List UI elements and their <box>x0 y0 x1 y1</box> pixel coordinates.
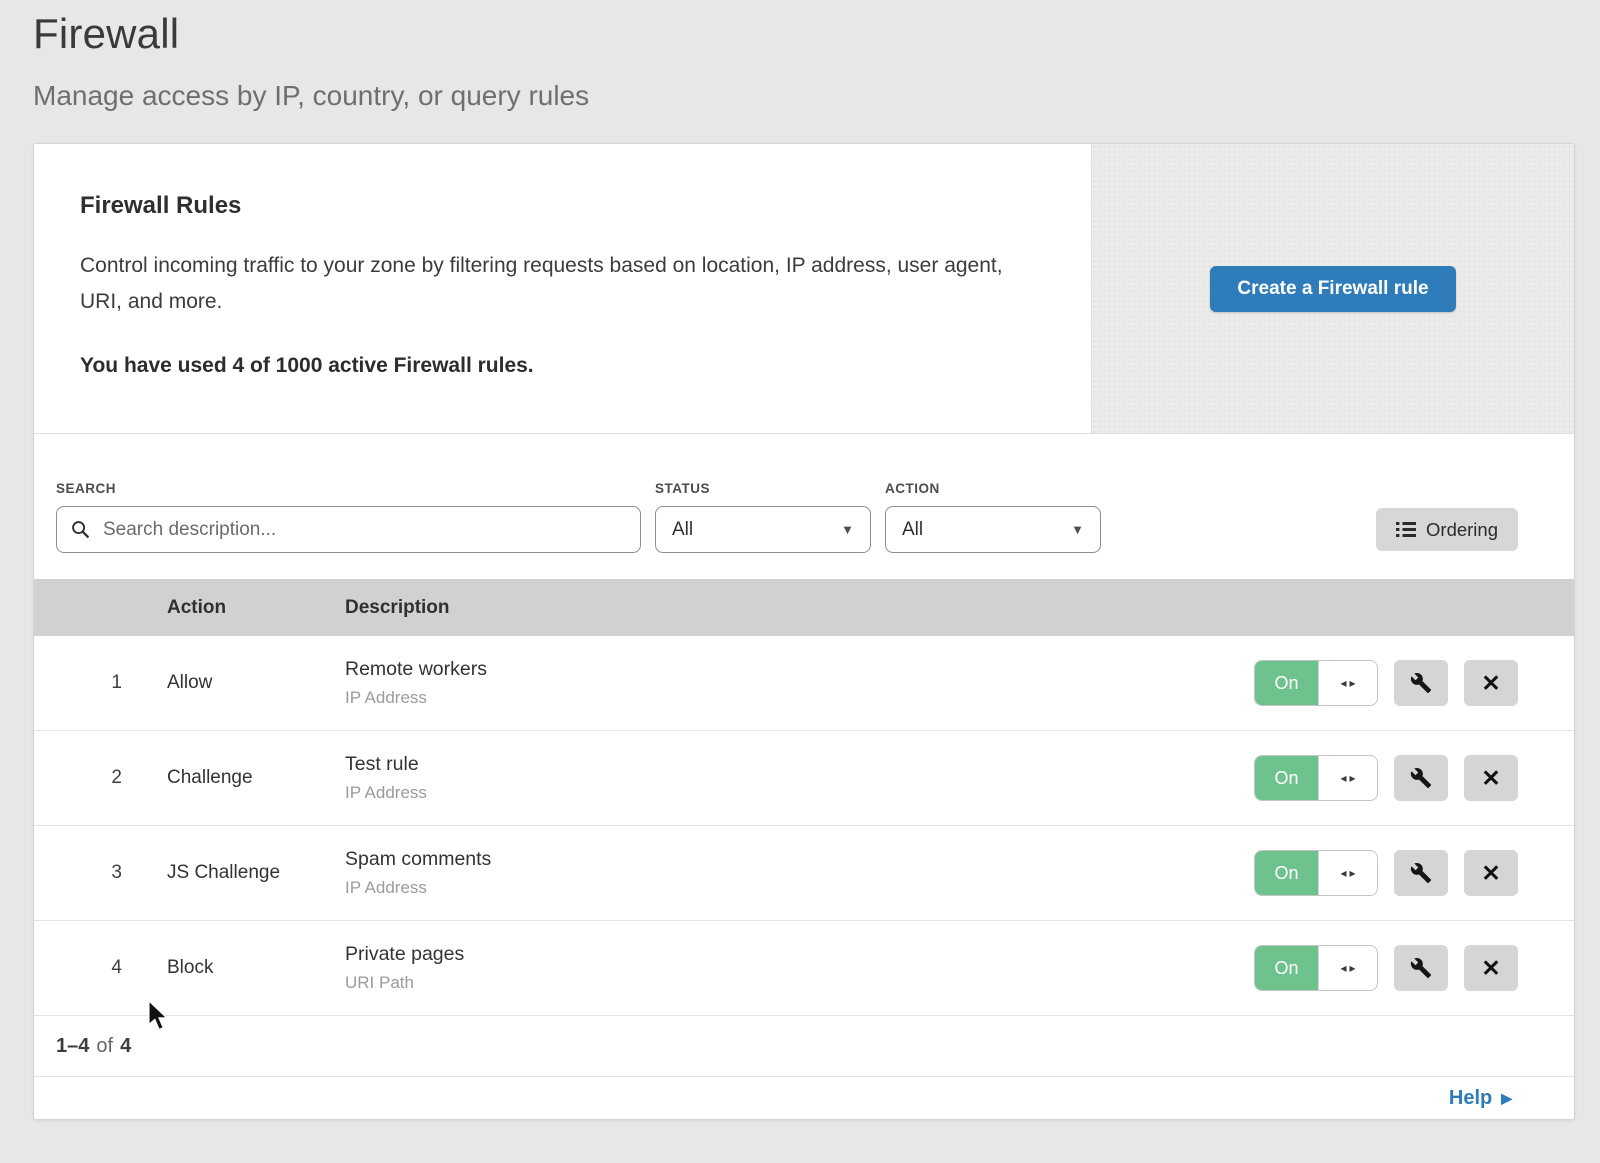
status-select[interactable]: All ▼ <box>655 506 871 553</box>
ordering-button-label: Ordering <box>1426 519 1498 541</box>
edit-rule-button[interactable] <box>1394 945 1448 991</box>
pagination-range: 1–4 <box>56 1035 89 1058</box>
delete-rule-button[interactable]: ✕ <box>1464 850 1518 896</box>
close-icon: ✕ <box>1481 767 1500 790</box>
table-header: Action Description <box>34 579 1574 636</box>
delete-rule-button[interactable]: ✕ <box>1464 660 1518 706</box>
rule-number: 2 <box>34 767 167 789</box>
rule-controls: On ◂▸ ✕ <box>1254 755 1518 801</box>
pagination-of: of <box>96 1035 113 1058</box>
edit-rule-button[interactable] <box>1394 850 1448 896</box>
rule-description-cell: Remote workers IP Address <box>345 658 1254 708</box>
rule-controls: On ◂▸ ✕ <box>1254 850 1518 896</box>
search-label: SEARCH <box>56 481 641 496</box>
rule-action: Block <box>167 957 345 979</box>
action-label: ACTION <box>885 481 1101 496</box>
rule-description-cell: Spam comments IP Address <box>345 848 1254 898</box>
rule-enabled-toggle[interactable]: On ◂▸ <box>1254 850 1378 896</box>
table-row: 1 Allow Remote workers IP Address On ◂▸ … <box>34 636 1574 731</box>
rule-description: Spam comments <box>345 848 1254 871</box>
wrench-icon <box>1410 672 1432 694</box>
rule-action: Allow <box>167 672 345 694</box>
search-filter-group: SEARCH <box>56 481 641 553</box>
toggle-on-label: On <box>1255 851 1318 895</box>
rule-enabled-toggle[interactable]: On ◂▸ <box>1254 755 1378 801</box>
card-top-section: Firewall Rules Control incoming traffic … <box>34 144 1574 434</box>
ordering-list-icon <box>1396 521 1416 538</box>
toggle-on-label: On <box>1255 756 1318 800</box>
rule-action: JS Challenge <box>167 862 345 884</box>
rule-action: Challenge <box>167 767 345 789</box>
page-subtitle: Manage access by IP, country, or query r… <box>33 80 1600 112</box>
card-footer: Help ▶ <box>34 1077 1574 1119</box>
toggle-arrows-icon: ◂▸ <box>1318 756 1377 800</box>
rule-description-cell: Test rule IP Address <box>345 753 1254 803</box>
table-row: 4 Block Private pages URI Path On ◂▸ ✕ <box>34 921 1574 1016</box>
section-heading: Firewall Rules <box>80 192 1045 220</box>
rule-description: Remote workers <box>345 658 1254 681</box>
intro-text-block: Firewall Rules Control incoming traffic … <box>34 144 1091 433</box>
edit-rule-button[interactable] <box>1394 755 1448 801</box>
rule-enabled-toggle[interactable]: On ◂▸ <box>1254 660 1378 706</box>
close-icon: ✕ <box>1481 862 1500 885</box>
delete-rule-button[interactable]: ✕ <box>1464 945 1518 991</box>
close-icon: ✕ <box>1481 957 1500 980</box>
rule-enabled-toggle[interactable]: On ◂▸ <box>1254 945 1378 991</box>
section-description: Control incoming traffic to your zone by… <box>80 248 1025 320</box>
action-selected-value: All <box>902 519 923 541</box>
help-link-label: Help <box>1449 1087 1492 1110</box>
status-selected-value: All <box>672 519 693 541</box>
action-filter-group: ACTION All ▼ <box>885 481 1101 553</box>
pagination-total: 4 <box>120 1035 131 1058</box>
wrench-icon <box>1410 957 1432 979</box>
rule-match-type: IP Address <box>345 783 1254 803</box>
rule-match-type: IP Address <box>345 878 1254 898</box>
rule-description-cell: Private pages URI Path <box>345 943 1254 993</box>
help-link[interactable]: Help ▶ <box>1449 1087 1512 1110</box>
create-rule-panel: Create a Firewall rule <box>1091 144 1574 433</box>
search-icon <box>71 520 90 539</box>
table-row: 2 Challenge Test rule IP Address On ◂▸ ✕ <box>34 731 1574 826</box>
rule-controls: On ◂▸ ✕ <box>1254 660 1518 706</box>
toggle-arrows-icon: ◂▸ <box>1318 661 1377 705</box>
rule-number: 1 <box>34 672 167 694</box>
rule-number: 4 <box>34 957 167 979</box>
chevron-down-icon: ▼ <box>1071 522 1084 537</box>
toggle-on-label: On <box>1255 946 1318 990</box>
toggle-arrows-icon: ◂▸ <box>1318 946 1377 990</box>
column-header-description: Description <box>345 597 1574 619</box>
search-input[interactable] <box>101 518 626 542</box>
rule-match-type: IP Address <box>345 688 1254 708</box>
help-arrow-icon: ▶ <box>1501 1090 1512 1107</box>
rule-description: Private pages <box>345 943 1254 966</box>
status-filter-group: STATUS All ▼ <box>655 481 871 553</box>
column-header-action: Action <box>167 597 345 619</box>
ordering-button[interactable]: Ordering <box>1376 508 1518 551</box>
wrench-icon <box>1410 862 1432 884</box>
rule-description: Test rule <box>345 753 1254 776</box>
toggle-on-label: On <box>1255 661 1318 705</box>
filters-bar: SEARCH STATUS All ▼ ACTION All <box>34 434 1574 579</box>
delete-rule-button[interactable]: ✕ <box>1464 755 1518 801</box>
page-header: Firewall Manage access by IP, country, o… <box>0 0 1600 112</box>
search-box[interactable] <box>56 506 641 553</box>
create-firewall-rule-button[interactable]: Create a Firewall rule <box>1210 266 1455 312</box>
edit-rule-button[interactable] <box>1394 660 1448 706</box>
usage-summary: You have used 4 of 1000 active Firewall … <box>80 354 1045 378</box>
rule-match-type: URI Path <box>345 973 1254 993</box>
action-select[interactable]: All ▼ <box>885 506 1101 553</box>
page-title: Firewall <box>33 10 1600 58</box>
firewall-rules-card: Firewall Rules Control incoming traffic … <box>33 143 1575 1120</box>
rule-number: 3 <box>34 862 167 884</box>
rule-controls: On ◂▸ ✕ <box>1254 945 1518 991</box>
table-row: 3 JS Challenge Spam comments IP Address … <box>34 826 1574 921</box>
status-label: STATUS <box>655 481 871 496</box>
pagination: 1–4 of 4 <box>34 1016 1574 1077</box>
chevron-down-icon: ▼ <box>841 522 854 537</box>
wrench-icon <box>1410 767 1432 789</box>
toggle-arrows-icon: ◂▸ <box>1318 851 1377 895</box>
close-icon: ✕ <box>1481 672 1500 695</box>
